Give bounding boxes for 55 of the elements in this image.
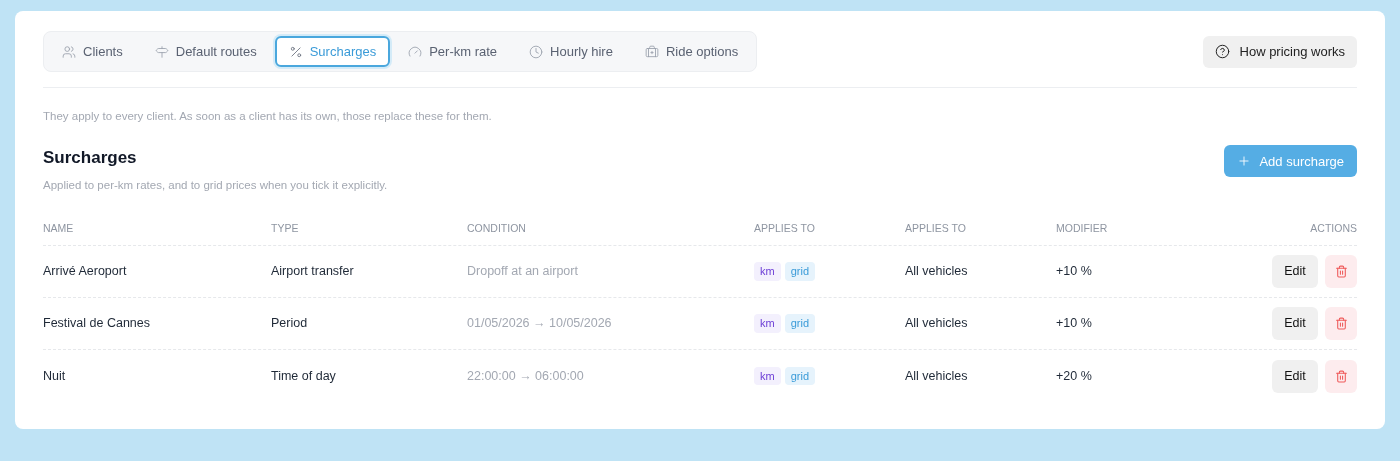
tag: km: [754, 366, 781, 386]
table-cell-text: Airport transfer: [271, 263, 355, 281]
tag: grid: [784, 262, 815, 281]
table-cell-text: 01/05/2026 → 10/05/2026: [467, 315, 613, 333]
clock-icon: [529, 44, 544, 59]
tag: grid: [784, 366, 815, 386]
section-subtitle: Applied to per-km rates, and to grid prices when you tick it explicitly.: [43, 177, 388, 193]
bag-plus-icon: [644, 44, 659, 59]
column-header: APPLIES TO: [905, 220, 967, 236]
section-title: Surcharges: [43, 147, 138, 170]
tag: grid: [784, 314, 815, 333]
percent-icon: [288, 44, 303, 59]
help-icon: [1214, 44, 1230, 59]
table-cell-text: All vehicles: [905, 315, 969, 333]
table-cell-text: All vehicles: [905, 263, 969, 281]
table-cell-text: Dropoff at an airport: [467, 263, 579, 281]
tab[interactable]: Default routes: [140, 36, 271, 67]
table-cell-text: Period: [271, 315, 309, 333]
column-header: ACTIONS: [1310, 220, 1357, 236]
trash-icon: [1334, 317, 1348, 330]
table-cell-text: 22:00:00 → 06:00:00: [467, 367, 585, 385]
signpost-icon: [154, 44, 169, 59]
table-cell-text: +10 %: [1056, 315, 1093, 333]
plus-icon: [1237, 154, 1252, 169]
table-cell-text: Time of day: [271, 367, 337, 385]
edit-button[interactable]: Edit: [1272, 359, 1318, 393]
tag: km: [754, 314, 781, 333]
tag: km: [754, 262, 781, 281]
trash-icon: [1334, 265, 1348, 278]
table-cell-text: Festival de Cannes: [43, 315, 151, 333]
column-header: CONDITION: [467, 220, 527, 236]
tab[interactable]: Surcharges: [274, 36, 391, 67]
column-header: TYPE: [271, 220, 300, 236]
table-cell-text: All vehicles: [905, 367, 969, 385]
table-cell-text: +20 %: [1056, 367, 1093, 385]
tab[interactable]: Per-km rate: [394, 36, 512, 67]
tab[interactable]: Hourly hire: [515, 36, 627, 67]
table-cell-text: +10 %: [1056, 263, 1093, 281]
delete-button[interactable]: [1325, 359, 1357, 393]
column-header: MODIFIER: [1056, 220, 1109, 236]
people-icon: [62, 44, 76, 59]
delete-button[interactable]: [1325, 255, 1357, 288]
edit-button[interactable]: Edit: [1272, 307, 1318, 340]
delete-button[interactable]: [1325, 307, 1357, 340]
trash-icon: [1334, 369, 1348, 383]
tab[interactable]: Clients: [48, 36, 137, 67]
gauge-icon: [408, 44, 423, 59]
help-button[interactable]: How pricing works: [1202, 35, 1357, 68]
column-header: NAME: [43, 220, 75, 236]
table-cell-text: Arrivé Aeroport: [43, 263, 128, 281]
table-cell-text: Nuit: [43, 367, 67, 385]
edit-button[interactable]: Edit: [1272, 255, 1318, 288]
intro-text: They apply to every client. As soon as a client has its own, those replace these for them.: [43, 109, 493, 124]
column-header: APPLIES TO: [754, 220, 816, 236]
tab[interactable]: Ride options: [630, 36, 753, 67]
